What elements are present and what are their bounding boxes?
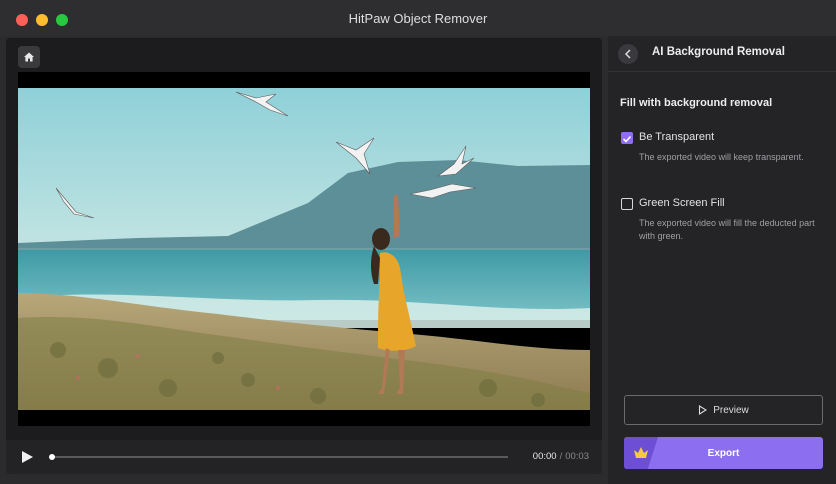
video-preview[interactable] [18, 72, 590, 426]
option-description: The exported video will keep transparent… [639, 152, 804, 162]
settings-panel: AI Background Removal Fill with backgrou… [608, 36, 836, 484]
title-bar: HitPaw Object Remover [0, 0, 836, 36]
play-icon[interactable] [20, 450, 34, 464]
export-badge [624, 437, 658, 469]
option-label: Green Screen Fill [639, 197, 725, 209]
option-description: The exported video will fill the deducte… [639, 218, 815, 241]
export-label: Export [707, 447, 740, 459]
section-title: Fill with background removal [620, 97, 773, 109]
panel-header: AI Background Removal [608, 36, 836, 72]
green-screen-checkbox[interactable] [621, 198, 633, 210]
panel-title: AI Background Removal [652, 46, 785, 58]
preview-button[interactable]: Preview [624, 395, 823, 425]
progress-bar[interactable] [52, 456, 508, 458]
progress-handle[interactable] [49, 454, 55, 460]
window-title: HitPaw Object Remover [348, 11, 488, 26]
export-button[interactable]: Export [624, 437, 823, 469]
video-pane [6, 38, 602, 474]
home-icon [24, 52, 34, 62]
video-frame-image [18, 88, 590, 410]
play-outline-icon [699, 405, 708, 415]
home-button[interactable] [18, 46, 40, 68]
option-label: Be Transparent [639, 131, 715, 143]
time-separator: / [559, 451, 563, 462]
be-transparent-checkbox[interactable] [621, 132, 633, 144]
total-time: 00:03 [565, 451, 589, 462]
time-display: 00:00/00:03 [533, 451, 589, 462]
checkmark-icon [622, 135, 632, 143]
preview-label: Preview [713, 404, 749, 416]
current-time: 00:00 [532, 451, 557, 462]
crown-icon [634, 447, 648, 458]
back-button[interactable] [618, 44, 638, 64]
chevron-left-icon [624, 49, 631, 59]
playback-controls: 00:00/00:03 [6, 440, 602, 474]
